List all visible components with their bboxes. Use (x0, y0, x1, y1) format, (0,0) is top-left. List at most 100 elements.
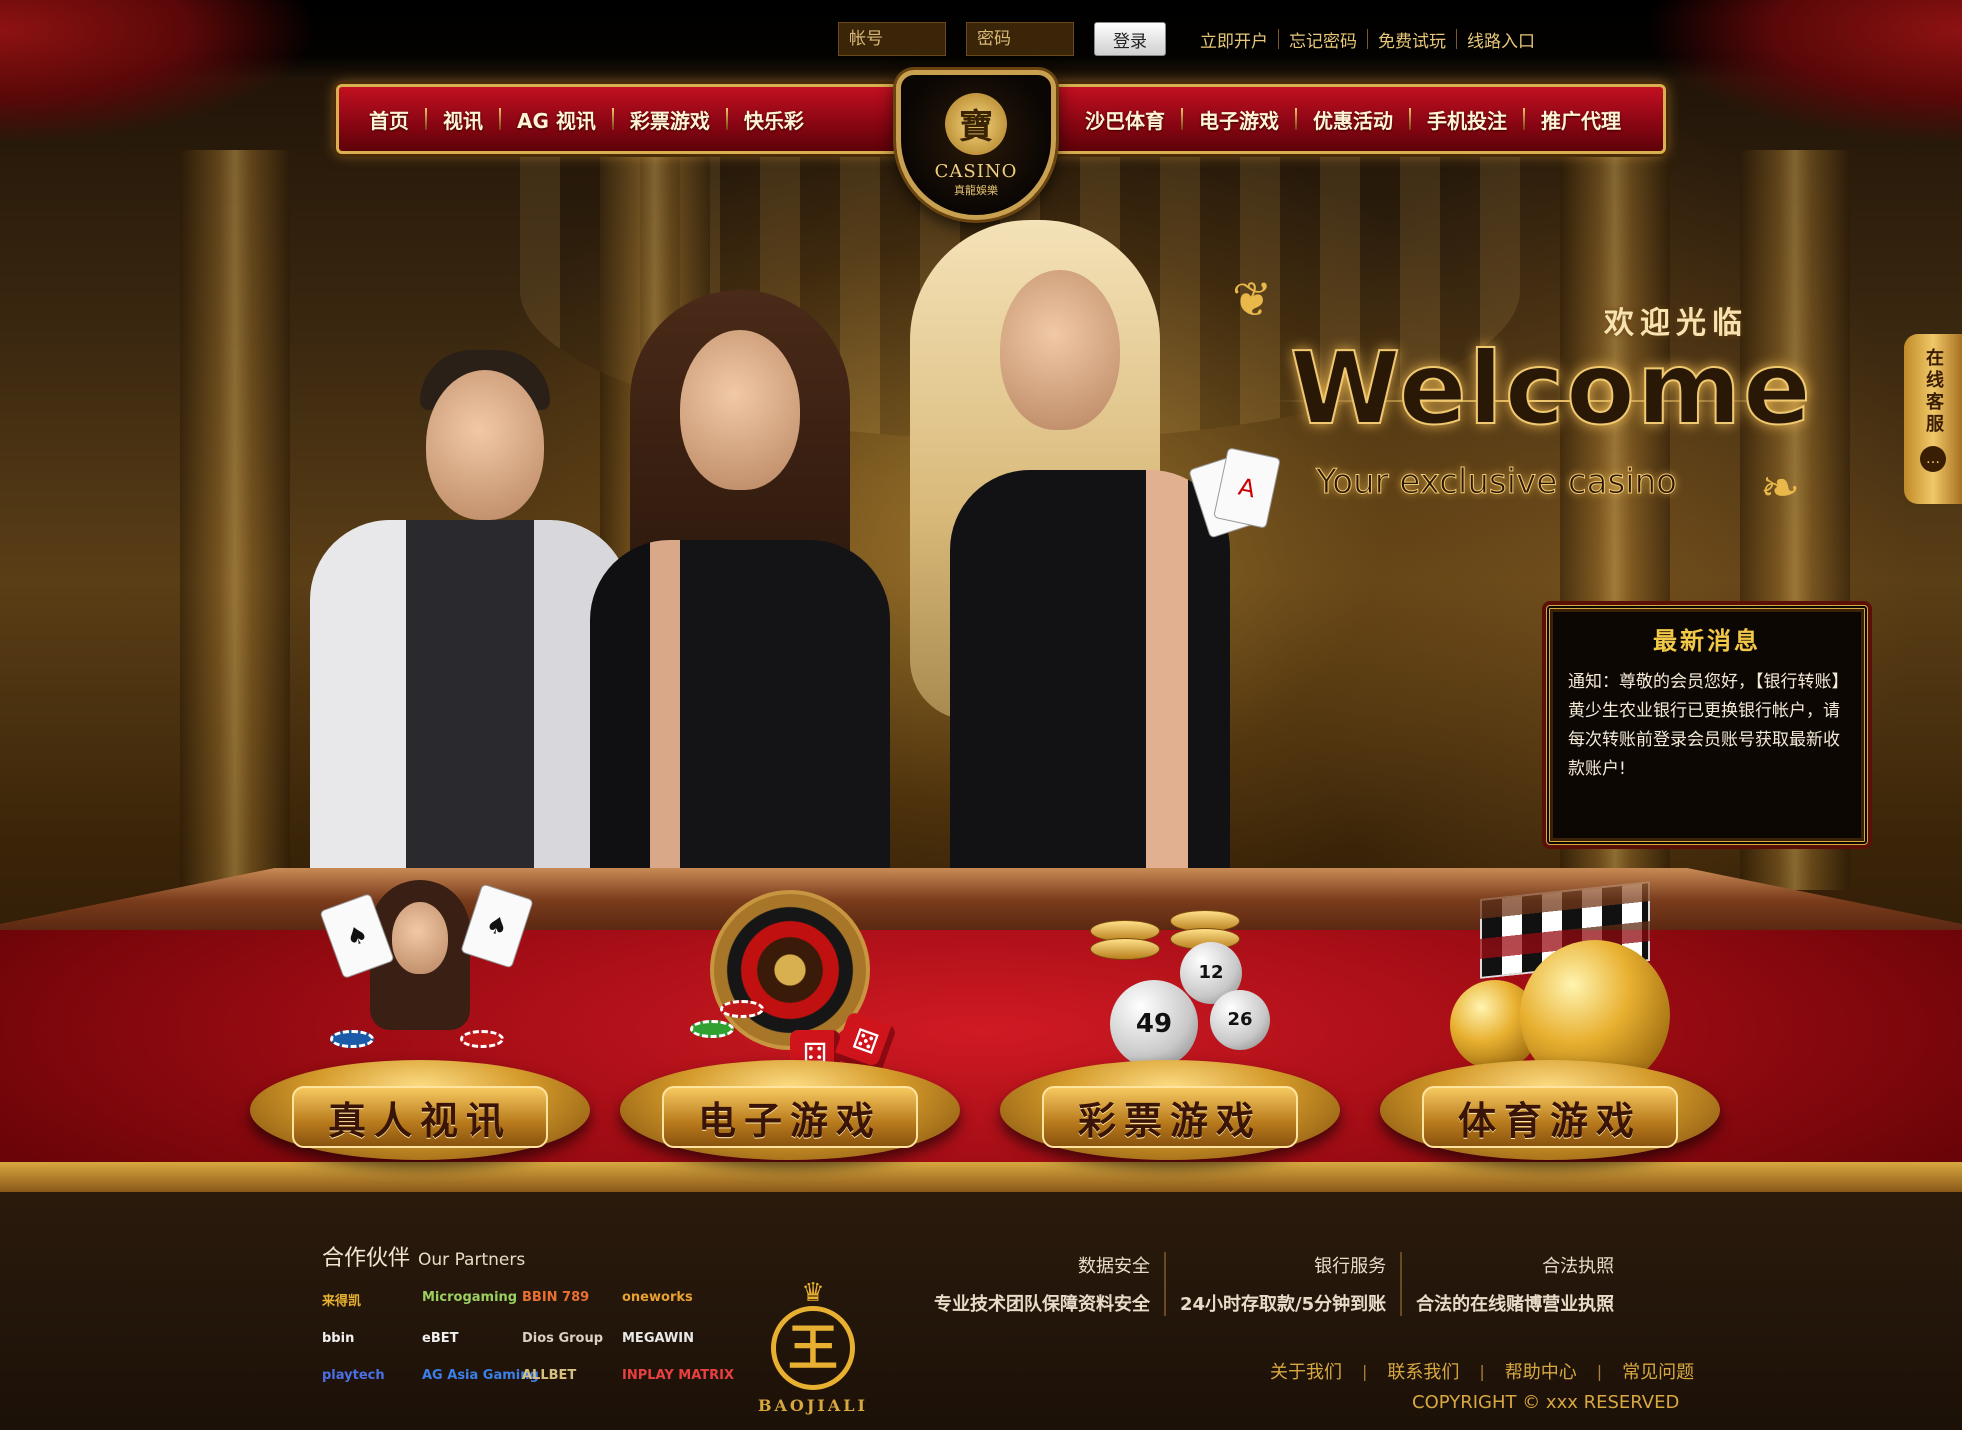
brunette-head (680, 330, 800, 490)
partners-title: 合作伙伴 (322, 1246, 411, 1271)
news-title: 最新消息 (1653, 627, 1761, 655)
faq-link[interactable]: 常见问题 (1602, 1358, 1714, 1384)
dealer-woman-brunette (570, 290, 900, 880)
welcome-heading: Welcome (1289, 329, 1813, 448)
nav-item-promotions[interactable]: 优惠活动 (1297, 105, 1409, 134)
features: 数据安全 专业技术团队保障资料安全 银行服务 24小时存取款/5分钟到账 合法执… (920, 1252, 1628, 1316)
nav-item-home[interactable]: 首页 (353, 105, 425, 134)
dealer-head (392, 902, 448, 974)
lottery-ball: 49 (1110, 980, 1198, 1068)
partner-logo[interactable]: ALLBET (522, 1368, 614, 1383)
ornament-icon: ❦ (1232, 272, 1273, 328)
feature-desc: 专业技术团队保障资料安全 (934, 1294, 1150, 1315)
brunette-body (590, 540, 890, 880)
blonde-head (1000, 270, 1120, 430)
game-label-plate: 真人视讯 (292, 1086, 548, 1148)
game-electronic[interactable]: ⚃ ⚄ 电子游戏 (620, 880, 960, 1180)
lottery-art: 12 49 26 (1070, 880, 1270, 1080)
copyright: COPYRIGHT © xxx RESERVED (1412, 1392, 1680, 1413)
nav-item-sports[interactable]: 沙巴体育 (1069, 105, 1181, 134)
casino-chip-icon (330, 1030, 374, 1048)
crown-icon: ♛ (801, 1278, 825, 1308)
game-label-plate: 体育游戏 (1422, 1086, 1678, 1148)
partner-logo[interactable]: 来得凯 (322, 1290, 414, 1309)
free-trial-link[interactable]: 免费试玩 (1368, 27, 1456, 52)
game-label: 电子游戏 (697, 1098, 882, 1143)
game-sports[interactable]: 体育游戏 (1380, 880, 1720, 1180)
nav-right-group: 沙巴体育 电子游戏 优惠活动 手机投注 推广代理 (1069, 87, 1637, 151)
help-link[interactable]: 帮助中心 (1485, 1358, 1597, 1384)
nav-item-affiliate[interactable]: 推广代理 (1525, 105, 1637, 134)
nav-item-lottery[interactable]: 彩票游戏 (614, 105, 726, 134)
top-links: 立即开户 忘记密码 免费试玩 线路入口 (1190, 27, 1545, 52)
brand-name: BAOJIALI (757, 1396, 869, 1415)
blonde-body (950, 470, 1230, 880)
game-label: 真人视讯 (327, 1098, 512, 1143)
register-link[interactable]: 立即开户 (1190, 27, 1278, 52)
partner-logo[interactable]: AG Asia Gaming (422, 1368, 539, 1383)
game-label: 彩票游戏 (1077, 1098, 1262, 1143)
online-support-tab[interactable]: 在线客服 … (1904, 334, 1962, 504)
news-body[interactable]: 通知：尊敬的会员您好，【银行转账】黄少生农业银行已更换银行帐户，请每次转账前登录… (1568, 668, 1846, 784)
password-input[interactable] (966, 22, 1074, 56)
roulette-art: ⚃ ⚄ (690, 880, 898, 1080)
feature-desc: 24小时存取款/5分钟到账 (1180, 1294, 1387, 1315)
contact-link[interactable]: 联系我们 (1367, 1358, 1479, 1384)
partner-logo[interactable]: eBET (422, 1331, 514, 1346)
man-head (426, 370, 544, 520)
gold-coin-icon (1090, 938, 1160, 960)
casino-chip-icon (720, 1000, 764, 1018)
logo-glyph: 寶 (945, 92, 1007, 155)
feature-bank-service: 银行服务 24小时存取款/5分钟到账 (1166, 1252, 1403, 1316)
nav-item-mobile[interactable]: 手机投注 (1411, 105, 1523, 134)
partner-logo[interactable]: oneworks (622, 1290, 714, 1309)
brand-logo: ♛ 王 BAOJIALI (748, 1280, 878, 1415)
partners-heading: 合作伙伴 Our Partners (322, 1240, 525, 1272)
feature-license: 合法执照 合法的在线赌博营业执照 (1402, 1252, 1628, 1316)
footer-links: 关于我们 | 联系我们 | 帮助中心 | 常见问题 (1250, 1358, 1714, 1384)
partner-logos: 来得凯 Microgaming BBIN 789 oneworks bbin eBET Di… (322, 1290, 734, 1383)
line-entry-link[interactable]: 线路入口 (1457, 27, 1545, 52)
partner-logo[interactable]: bbin (322, 1331, 414, 1346)
feature-title: 数据安全 (1078, 1256, 1150, 1277)
about-link[interactable]: 关于我们 (1250, 1358, 1362, 1384)
nav-item-slots[interactable]: 电子游戏 (1183, 105, 1295, 134)
game-live-casino[interactable]: ♠ ♠ 真人视讯 (250, 880, 590, 1180)
partner-logo[interactable]: Microgaming (422, 1290, 517, 1309)
sports-art (1450, 880, 1670, 1090)
game-label-plate: 电子游戏 (662, 1086, 918, 1148)
partner-logo[interactable]: MEGAWIN (622, 1331, 714, 1346)
logo-subtitle: 真龍娛樂 (954, 183, 998, 197)
partners-subtitle: Our Partners (418, 1250, 526, 1270)
partner-logo[interactable]: INPLAY MATRIX (622, 1368, 734, 1383)
casino-chip-icon (690, 1020, 734, 1038)
dealer-woman-blonde: A A (890, 220, 1281, 880)
game-lottery[interactable]: 12 49 26 彩票游戏 (1000, 880, 1340, 1180)
partner-logo[interactable]: playtech (322, 1368, 414, 1383)
login-bar: 登录 立即开户 忘记密码 免费试玩 线路入口 (838, 22, 1545, 56)
nav-item-live-video[interactable]: 视讯 (427, 105, 499, 134)
username-input[interactable] (838, 22, 946, 56)
news-box: 最新消息 通知：尊敬的会员您好，【银行转账】黄少生农业银行已更换银行帐户，请每次… (1546, 605, 1868, 845)
lottery-ball: 26 (1210, 990, 1270, 1050)
login-button[interactable]: 登录 (1094, 22, 1166, 56)
brand-mark: 王 (771, 1306, 855, 1390)
game-label: 体育游戏 (1457, 1098, 1642, 1143)
playing-card: ♠ (460, 883, 534, 969)
welcome-tagline: Your exclusive casino (1316, 462, 1678, 503)
logo-wordmark: CASINO (934, 160, 1018, 182)
partner-logo[interactable]: BBIN 789 (522, 1290, 614, 1309)
live-dealer-art: ♠ ♠ (319, 880, 534, 1080)
feature-title: 合法执照 (1542, 1256, 1615, 1277)
nav-item-keno[interactable]: 快乐彩 (728, 105, 820, 134)
online-support-label: 在线客服 (1923, 348, 1944, 436)
chat-icon: … (1920, 446, 1946, 472)
feature-desc: 合法的在线赌博营业执照 (1416, 1294, 1615, 1315)
ornament-icon: ❧ (1760, 460, 1801, 516)
nav-item-ag-video[interactable]: AG 视讯 (501, 105, 612, 134)
casino-chip-icon (460, 1030, 504, 1048)
forgot-password-link[interactable]: 忘记密码 (1279, 27, 1367, 52)
feature-data-security: 数据安全 专业技术团队保障资料安全 (920, 1252, 1166, 1316)
partner-logo[interactable]: Dios Group (522, 1331, 614, 1346)
pillar (180, 150, 290, 890)
